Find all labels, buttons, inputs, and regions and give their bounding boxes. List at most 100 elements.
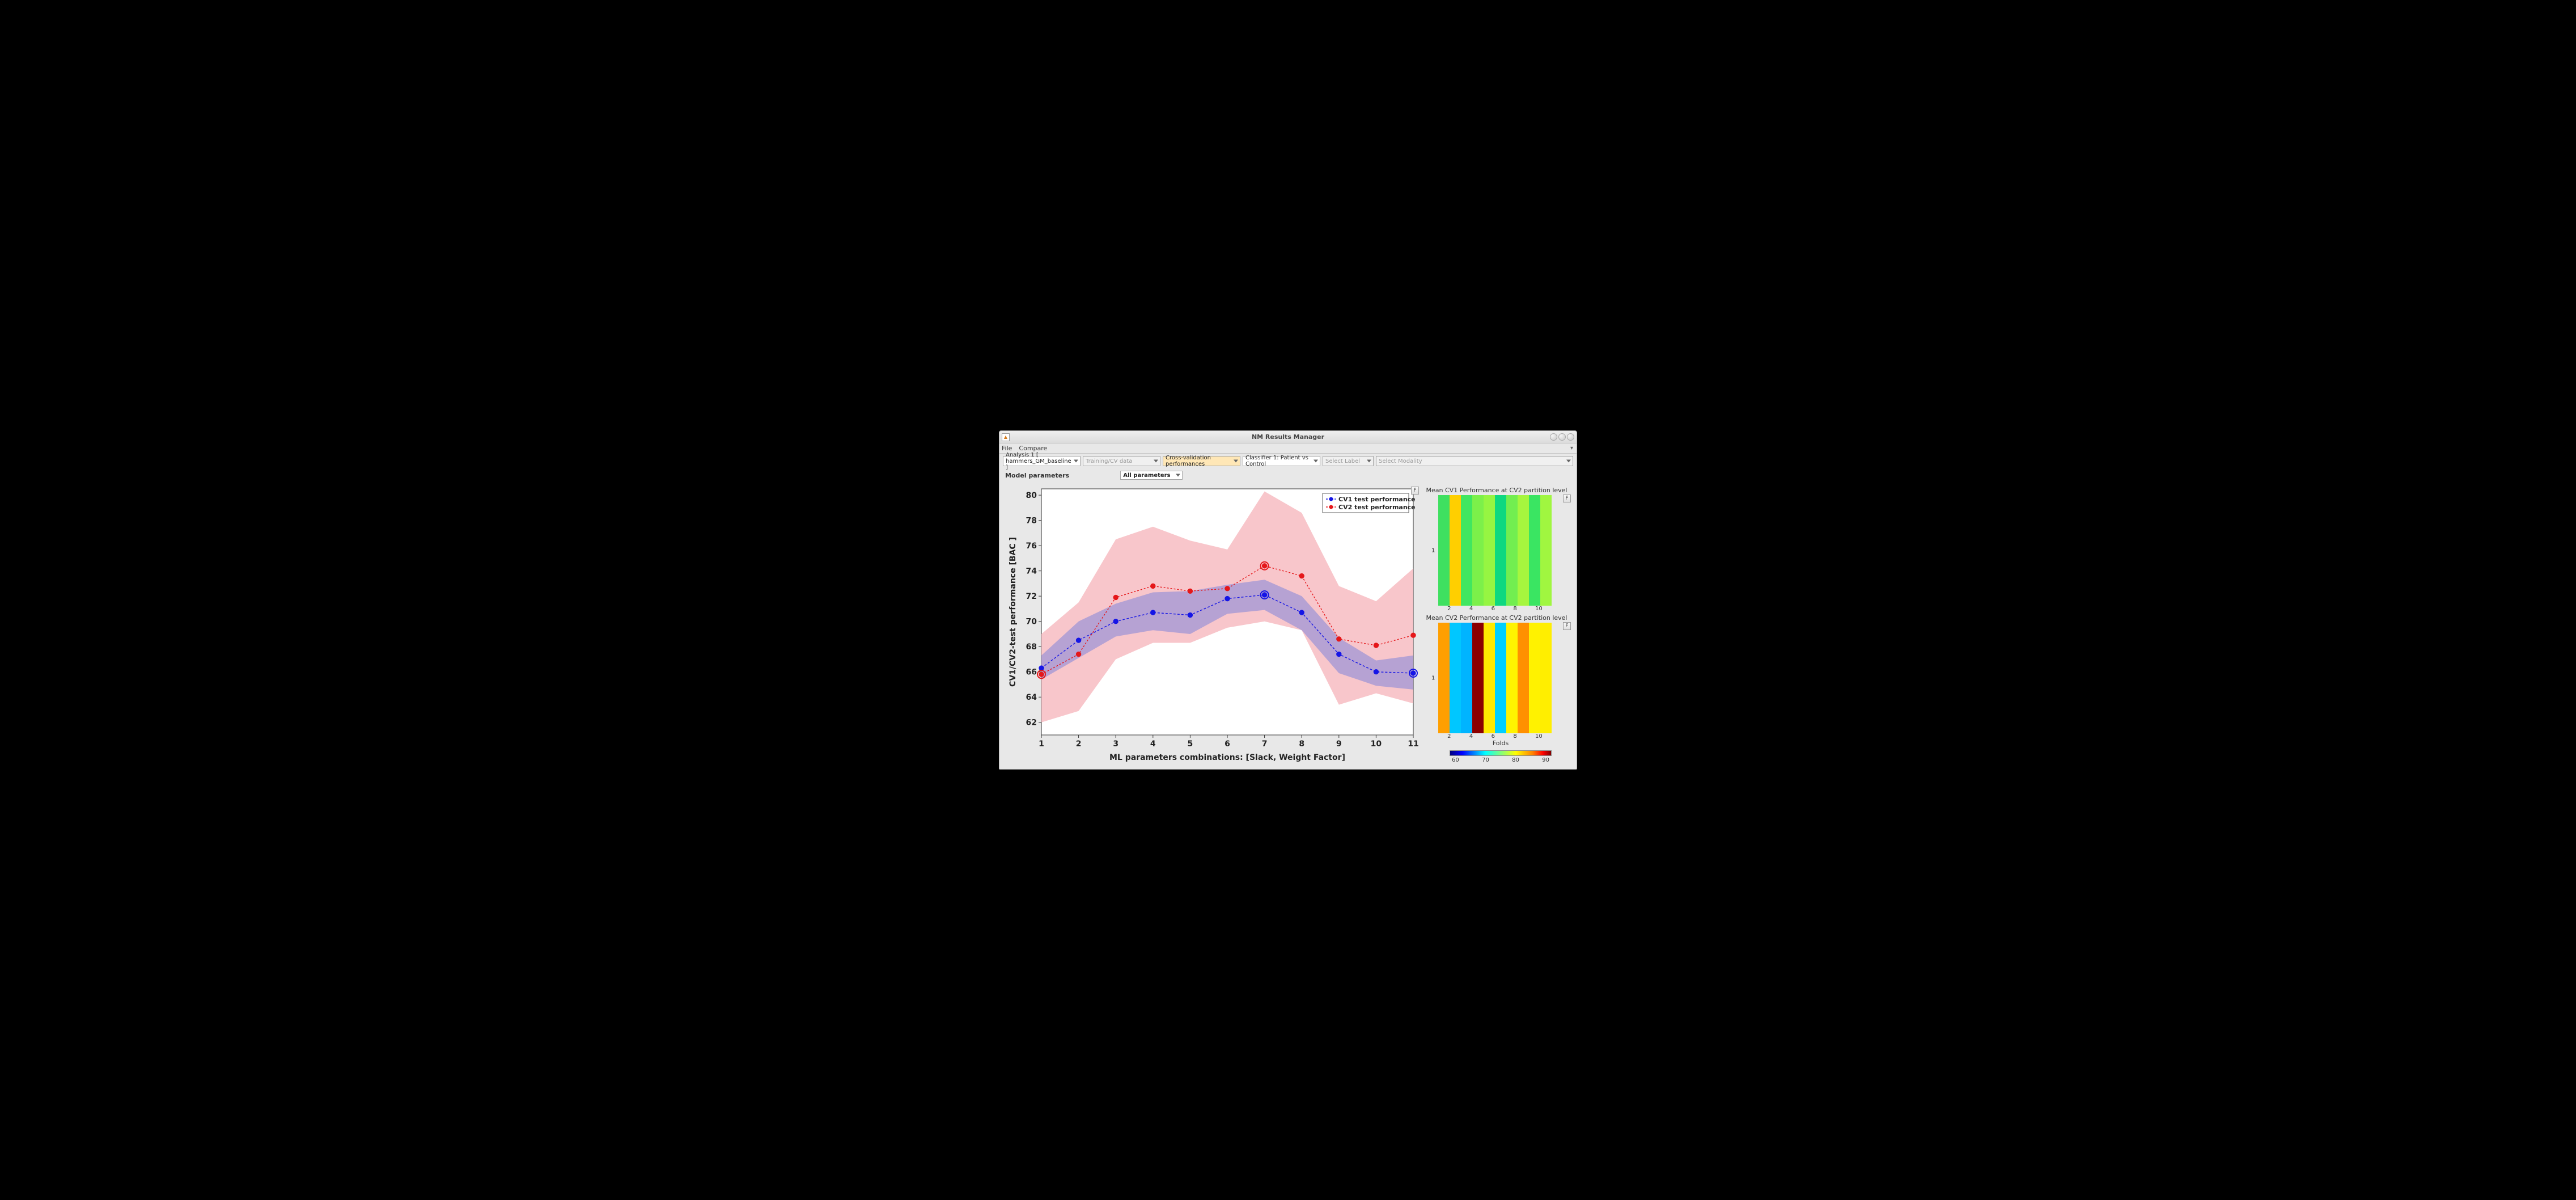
- heatmap-cell: [1484, 495, 1495, 606]
- heatmap-cell: [1518, 623, 1529, 733]
- maximize-button[interactable]: [1558, 433, 1566, 441]
- heatmap-cv2-canvas: Permutations 1: [1438, 623, 1552, 733]
- svg-text:11: 11: [1408, 740, 1418, 749]
- svg-text:74: 74: [1026, 567, 1037, 576]
- svg-text:72: 72: [1026, 592, 1037, 601]
- heatmap-cell: [1518, 495, 1529, 606]
- svg-text:76: 76: [1026, 542, 1037, 551]
- section-title: Model parameters: [1005, 472, 1069, 479]
- heatmap-xtick: 10: [1535, 733, 1543, 740]
- colorbar-gradient: [1450, 750, 1552, 756]
- heatmap-xtick: 4: [1469, 733, 1473, 740]
- heatmap-cv1-popout-button[interactable]: F: [1563, 495, 1571, 502]
- titlebar: ▲ NM Results Manager: [999, 431, 1577, 443]
- heatmap-cell: [1461, 623, 1472, 733]
- heatmap-cv2-popout-button[interactable]: F: [1563, 622, 1571, 630]
- heatmap-cell: [1461, 495, 1472, 606]
- label-dropdown[interactable]: Select Label: [1323, 456, 1374, 466]
- svg-text:5: 5: [1188, 740, 1193, 749]
- svg-text:68: 68: [1026, 643, 1037, 652]
- heatmap-cell: [1438, 495, 1450, 606]
- heatmap-cell: [1472, 623, 1484, 733]
- svg-text:CV2 test performance: CV2 test performance: [1338, 504, 1416, 511]
- heatmap-cell: [1495, 623, 1506, 733]
- app-window: ▲ NM Results Manager File Compare ▾ Anal…: [999, 430, 1577, 770]
- svg-text:7: 7: [1262, 740, 1268, 749]
- classifier-dropdown[interactable]: Classifier 1: Patient vs Control: [1243, 456, 1320, 466]
- main-chart: 626466687072747678801234567891011ML para…: [1005, 485, 1419, 763]
- svg-text:4: 4: [1150, 740, 1156, 749]
- model-params-section: Model parameters All parameters: [999, 468, 1577, 485]
- heatmap-cv1-ytick: 1: [1431, 547, 1435, 553]
- svg-text:70: 70: [1026, 618, 1037, 627]
- minimize-button[interactable]: [1550, 433, 1557, 441]
- svg-text:6: 6: [1225, 740, 1230, 749]
- heatmap-cell: [1438, 623, 1450, 733]
- heatmap-xtick: 4: [1469, 606, 1473, 612]
- colorbar-tick: 80: [1512, 757, 1519, 763]
- heatmap-cv2-xticks: 2 4 6 8 10: [1438, 733, 1552, 740]
- heatmap-cell: [1484, 623, 1495, 733]
- svg-text:CV1 test performance: CV1 test performance: [1338, 496, 1416, 503]
- heatmap-cell: [1540, 623, 1552, 733]
- svg-text:ML parameters combinations: [S: ML parameters combinations: [Slack, Weig…: [1109, 753, 1345, 762]
- plot-row: 626466687072747678801234567891011ML para…: [999, 485, 1577, 769]
- menu-file[interactable]: File: [1002, 445, 1012, 452]
- heatmap-cv1-title: Mean CV1 Performance at CV2 partition le…: [1422, 487, 1571, 494]
- heatmap-cv1: Mean CV1 Performance at CV2 partition le…: [1422, 485, 1571, 613]
- svg-text:8: 8: [1299, 740, 1304, 749]
- heatmap-cv1-canvas: Permutations 1: [1438, 495, 1552, 606]
- heatmap-cv2-title: Mean CV2 Performance at CV2 partition le…: [1422, 614, 1571, 622]
- svg-text:10: 10: [1371, 740, 1382, 749]
- heatmap-cell: [1495, 495, 1506, 606]
- dataset-dropdown[interactable]: Training/CV data: [1083, 456, 1160, 466]
- heatmap-cell: [1450, 623, 1461, 733]
- heatmap-cell: [1529, 495, 1540, 606]
- heatmap-cell: [1506, 623, 1518, 733]
- close-button[interactable]: [1567, 433, 1574, 441]
- heatmap-cv1-xticks: 2 4 6 8 10: [1438, 606, 1552, 612]
- svg-text:62: 62: [1026, 719, 1037, 728]
- svg-text:2: 2: [1076, 740, 1082, 749]
- menubar: File Compare ▾: [999, 443, 1577, 454]
- param-filter-dropdown[interactable]: All parameters: [1120, 471, 1183, 480]
- heatmap-cv2: Mean CV2 Performance at CV2 partition le…: [1422, 613, 1571, 763]
- chart-popout-button[interactable]: F: [1411, 487, 1419, 495]
- heatmap-cv2-ytick: 1: [1431, 675, 1435, 681]
- svg-text:9: 9: [1336, 740, 1342, 749]
- svg-text:1: 1: [1039, 740, 1044, 749]
- menu-overflow[interactable]: ▾: [1570, 445, 1573, 451]
- colorbar-tick: 90: [1542, 757, 1549, 763]
- heatmap-xtick: 10: [1535, 606, 1543, 612]
- heatmap-cell: [1506, 495, 1518, 606]
- svg-text:66: 66: [1026, 668, 1037, 677]
- svg-text:78: 78: [1026, 517, 1037, 526]
- heatmap-xtick: 8: [1513, 733, 1516, 740]
- colorbar-tick: 70: [1482, 757, 1489, 763]
- heatmap-cell: [1540, 495, 1552, 606]
- heatmap-xtick: 8: [1513, 606, 1516, 612]
- window-title: NM Results Manager: [999, 433, 1577, 441]
- colorbar-tick: 60: [1452, 757, 1459, 763]
- main-chart-svg: 626466687072747678801234567891011ML para…: [1005, 485, 1419, 763]
- colorbar-ticks: 60 70 80 90: [1450, 756, 1552, 763]
- heatmap-xtick: 6: [1492, 733, 1495, 740]
- heatmap-xlabel: Folds: [1430, 740, 1571, 747]
- heatmap-xtick: 2: [1447, 606, 1451, 612]
- heatmap-xtick: 6: [1492, 606, 1495, 612]
- svg-text:64: 64: [1026, 693, 1037, 702]
- colorbar: 60 70 80 90: [1450, 750, 1552, 763]
- heatmap-xtick: 2: [1447, 733, 1451, 740]
- svg-text:3: 3: [1113, 740, 1118, 749]
- toolbar: Analysis 1 [ hammers_GM_baseline ] Train…: [999, 454, 1577, 468]
- svg-text:80: 80: [1026, 491, 1037, 500]
- window-controls: [1550, 433, 1577, 441]
- modality-dropdown[interactable]: Select Modality: [1376, 456, 1573, 466]
- svg-text:CV1/CV2-test performance [BAC: CV1/CV2-test performance [BAC ]: [1009, 537, 1018, 687]
- heatmap-cell: [1529, 623, 1540, 733]
- analysis-dropdown[interactable]: Analysis 1 [ hammers_GM_baseline ]: [1003, 456, 1081, 466]
- heatmap-cell: [1472, 495, 1484, 606]
- app-icon: ▲: [1002, 433, 1010, 441]
- metric-dropdown[interactable]: Cross-validation performances: [1163, 456, 1240, 466]
- menu-compare[interactable]: Compare: [1019, 445, 1047, 452]
